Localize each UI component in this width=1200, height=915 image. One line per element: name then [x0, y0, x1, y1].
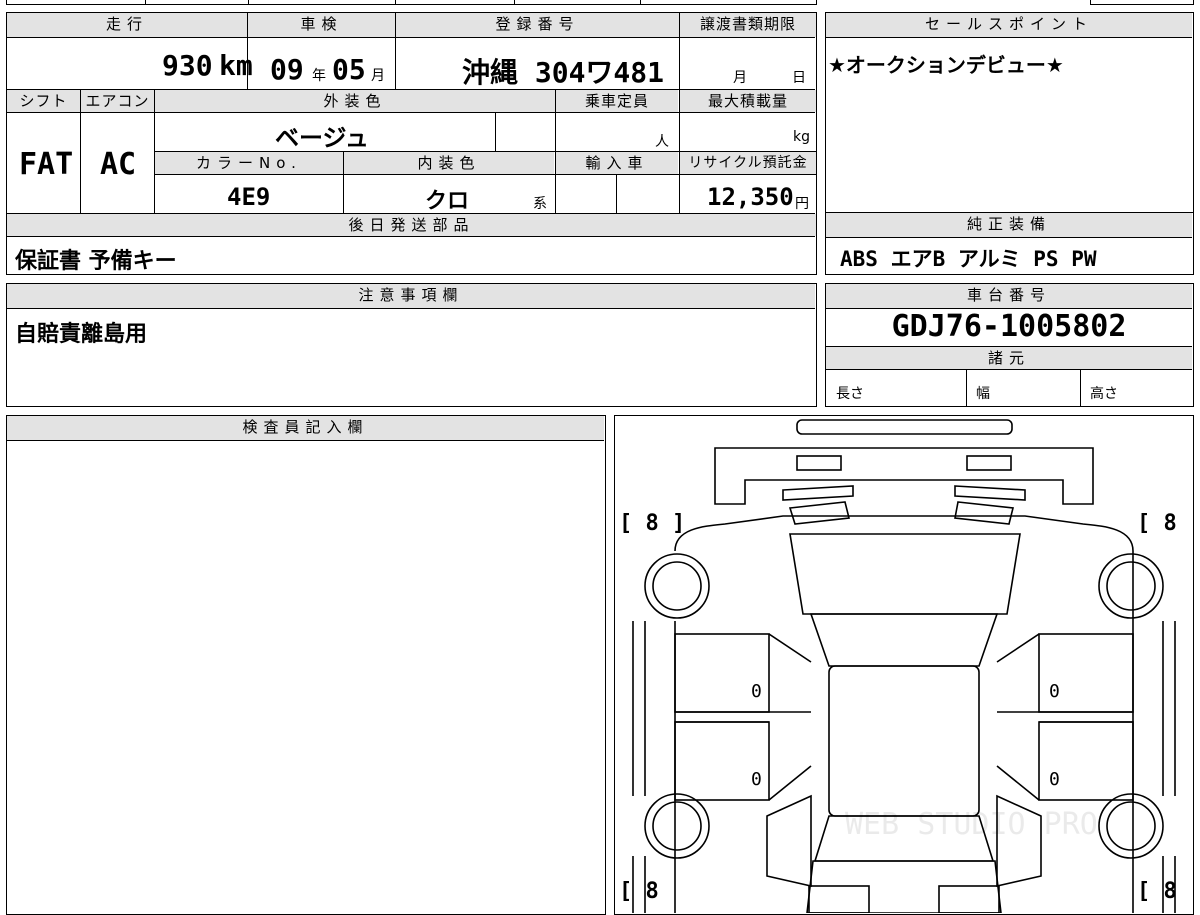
rear-right-wheel	[1098, 793, 1164, 859]
capacity-header: 乗車定員	[556, 90, 678, 112]
vehicle-info-box: 走行 車検 登録番号 譲渡書類期限 930 km 09 年 05 月 沖縄 30…	[6, 12, 817, 275]
exterior-color-header: 外装色	[155, 90, 555, 112]
later-parts-value: 保証書 予備キー	[15, 249, 177, 274]
deadline-month: 月	[733, 70, 747, 86]
chassis-no-header: 車台番号	[826, 284, 1192, 308]
later-parts-header: 後日発送部品	[7, 214, 816, 236]
top-strip-divider	[248, 0, 249, 5]
top-strip-left	[6, 0, 817, 5]
mileage-header: 走行	[7, 13, 247, 37]
fog-lamp-left	[782, 485, 854, 501]
top-strip-divider	[395, 0, 396, 5]
panel-label-rear-right: 0	[1049, 769, 1060, 790]
specs-header: 諸元	[826, 347, 1192, 369]
tire-label-rear-right: [ 8 ]	[1137, 879, 1192, 904]
tire-label-rear-left: [ 8	[619, 879, 659, 904]
recycle-fee-value: 12,350	[707, 183, 794, 211]
inspection-header: 車検	[248, 13, 395, 37]
registration-value: 沖縄 304ワ481	[462, 56, 665, 89]
color-no-header: カラーNo.	[155, 152, 343, 174]
transfer-deadline-header: 譲渡書類期限	[680, 13, 816, 37]
max-load-header: 最大積載量	[680, 90, 816, 112]
capacity-unit: 人	[655, 134, 669, 150]
width-label: 幅	[976, 386, 990, 402]
panel-label-rear-left: 0	[751, 769, 762, 790]
top-strip-divider	[640, 0, 641, 5]
genuine-equipment-header: 純正装備	[826, 213, 1192, 237]
right-fender	[1162, 621, 1176, 796]
front-right-wheel	[1098, 553, 1164, 619]
inspector-box: 検査員記入欄	[6, 415, 606, 915]
sales-point-box: セールスポイント ★オークションデビュー★	[825, 12, 1194, 213]
notes-box: 注意事項欄 自賠責離島用	[6, 283, 817, 407]
height-label: 高さ	[1090, 386, 1118, 402]
watermark: WEB STUDIO PRO	[845, 807, 1098, 842]
rear-left-wheel	[644, 793, 710, 859]
notes-value: 自賠責離島用	[15, 322, 148, 347]
shift-value: FAT	[19, 147, 74, 182]
registration-header: 登録番号	[396, 13, 679, 37]
chassis-no-value: GDJ76-1005802	[891, 309, 1127, 344]
inspection-month: 05	[332, 53, 366, 86]
load-unit: kg	[793, 129, 810, 145]
aircon-value: AC	[100, 147, 137, 182]
recycle-unit: 円	[795, 196, 809, 212]
deadline-day: 日	[792, 70, 806, 86]
recycle-fee-header: リサイクル預託金	[680, 152, 816, 174]
headlight-left	[796, 455, 842, 471]
month-unit: 月	[371, 68, 385, 84]
chassis-box: 車台番号 GDJ76-1005802 諸元 長さ 幅 高さ	[825, 283, 1194, 407]
body-outline	[674, 515, 1134, 913]
mileage-value: 930	[162, 49, 213, 82]
panel-label-front-right: 0	[1049, 681, 1060, 702]
color-no-value: 4E9	[227, 183, 271, 211]
car-diagram-box: [ 8 ] [ 8 ] [ 8 [ 8 ] 0 0 0 0 WEB STUDIO…	[614, 415, 1194, 915]
shift-header: シフト	[7, 90, 80, 112]
trunk	[806, 860, 1002, 913]
aircon-header: エアコン	[81, 90, 154, 112]
windshield	[809, 613, 999, 667]
front-panel	[714, 447, 1094, 505]
top-strip-right	[1090, 0, 1194, 5]
tire-label-front-right: [ 8 ]	[1137, 511, 1192, 536]
interior-color-value: クロ	[425, 189, 470, 214]
interior-suffix: 系	[533, 196, 547, 212]
hood	[789, 533, 1021, 615]
front-left-wheel	[644, 553, 710, 619]
interior-color-header: 内装色	[344, 152, 554, 174]
top-strip-divider	[145, 0, 146, 5]
fog-lamp-right	[954, 485, 1026, 501]
top-strip-divider	[514, 0, 515, 5]
left-fender	[632, 621, 646, 796]
year-unit: 年	[312, 68, 326, 84]
exterior-color-value: ベージュ	[275, 124, 369, 152]
sales-point-value: ★オークションデビュー★	[828, 53, 1064, 77]
genuine-equipment-box: 純正装備 ABS エアB アルミ PS PW	[825, 212, 1194, 275]
genuine-equipment-value: ABS エアB アルミ PS PW	[840, 247, 1097, 271]
length-label: 長さ	[836, 386, 864, 402]
headlight-right	[966, 455, 1012, 471]
car-diagram: [ 8 ] [ 8 ] [ 8 [ 8 ] 0 0 0 0 WEB STUDIO…	[619, 419, 1192, 913]
sales-point-header: セールスポイント	[826, 13, 1192, 37]
tire-label-front-left: [ 8 ]	[619, 511, 685, 536]
roof	[828, 665, 980, 817]
inspector-header: 検査員記入欄	[7, 416, 604, 440]
inspection-year: 09	[270, 53, 304, 86]
panel-label-front-left: 0	[751, 681, 762, 702]
notes-header: 注意事項欄	[7, 284, 815, 308]
mileage-unit: km	[219, 49, 253, 82]
imported-header: 輸入車	[556, 152, 678, 174]
front-bumper	[796, 419, 1013, 435]
